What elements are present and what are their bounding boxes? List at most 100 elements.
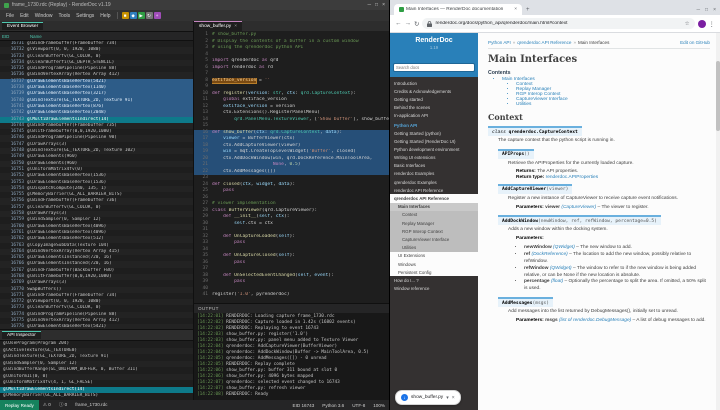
scrollbar-thumb[interactable] bbox=[716, 61, 720, 131]
window-title: frame_1730.rdc (Replay) - RenderDoc v1.1… bbox=[12, 2, 111, 8]
profile-avatar[interactable] bbox=[697, 19, 706, 28]
code-token: ctx.AddMessages([]) bbox=[212, 168, 276, 174]
sidebar-item[interactable]: Getting Started (RenderDoc UI) bbox=[390, 137, 478, 145]
menu-settings[interactable]: Settings bbox=[73, 13, 97, 19]
sidebar-item[interactable]: Windows bbox=[390, 259, 478, 269]
code-token: OnSelectedEventChanged bbox=[231, 272, 296, 278]
status-item[interactable]: frame_1730.rdc bbox=[71, 402, 111, 408]
code-editor[interactable]: 1 # show_buffer.py 2 # Display the contents… bbox=[194, 31, 389, 303]
sidebar-item[interactable]: RGP Interop Context bbox=[390, 227, 478, 236]
sidebar-item[interactable]: Utilities bbox=[390, 243, 478, 252]
column-eid[interactable]: EID bbox=[0, 34, 28, 39]
sidebar-item[interactable]: Window reference bbox=[390, 285, 478, 293]
sidebar-item[interactable]: Getting started bbox=[390, 95, 478, 103]
breadcrumb-link[interactable]: qrenderdoc API Reference bbox=[517, 40, 571, 45]
sidebar-item[interactable]: renderdoc Examples bbox=[390, 170, 478, 178]
sidebar-item[interactable]: Introduction bbox=[390, 79, 478, 87]
sidebar-item[interactable]: How do I... ? bbox=[390, 276, 478, 284]
menu-file[interactable]: File bbox=[3, 13, 17, 19]
api-inspector-tab[interactable]: API Inspector bbox=[2, 331, 41, 339]
download-caret-icon[interactable]: ▾ bbox=[446, 395, 449, 401]
sidebar-item[interactable]: Context bbox=[390, 210, 478, 219]
docs-search-input[interactable] bbox=[393, 63, 475, 72]
sidebar-item[interactable]: qrenderdoc Examples bbox=[390, 178, 478, 186]
minimize-icon[interactable]: ─ bbox=[697, 7, 701, 13]
status-badge[interactable]: Replay Ready bbox=[0, 400, 39, 410]
sidebar-item[interactable]: CaptureViewer Interface bbox=[390, 235, 478, 244]
status-item[interactable]: ⚠ 0 bbox=[39, 402, 55, 408]
sidebar-item[interactable]: Behind the scenes bbox=[390, 104, 478, 112]
capture-icon[interactable]: ◆ bbox=[129, 12, 137, 19]
new-tab-button[interactable]: + bbox=[526, 7, 530, 13]
output-log[interactable]: [14:22:01] RENDERDOC: Loading capture fr… bbox=[194, 313, 389, 400]
status-item[interactable]: ⓘ 0 bbox=[55, 402, 71, 408]
api-inspector-list: glUseProgram(Program 204) glActiveTexture… bbox=[0, 341, 193, 400]
sidebar-item[interactable]: qrenderdoc API Reference bbox=[390, 194, 478, 203]
address-bar[interactable]: renderdoc.org/docs/python_api/qrenderdoc… bbox=[422, 18, 695, 29]
param-type-link[interactable]: (float) bbox=[551, 279, 563, 284]
method-name[interactable]: AddCaptureViewer bbox=[502, 187, 546, 192]
edit-on-github-link[interactable]: Edit on GitHub bbox=[680, 40, 710, 45]
code-token: pass bbox=[223, 188, 235, 193]
method-name[interactable]: APIProps bbox=[502, 152, 524, 157]
docs-brand[interactable]: RenderDoc bbox=[392, 37, 476, 44]
back-icon[interactable]: ← bbox=[395, 20, 402, 27]
log-timestamp: [14:22:04] bbox=[197, 350, 224, 355]
sidebar-item[interactable]: Main Interfaces bbox=[390, 202, 478, 211]
browser-menu-icon[interactable]: ⋮ bbox=[709, 20, 716, 28]
maximize-icon[interactable]: □ bbox=[375, 0, 378, 10]
status-item[interactable]: 100% bbox=[369, 403, 389, 408]
menu-window[interactable]: Window bbox=[32, 13, 56, 19]
sidebar-item[interactable]: Python development environment bbox=[390, 145, 478, 153]
tab-close-icon[interactable]: × bbox=[514, 7, 517, 12]
param-type-link[interactable]: (QWidget) bbox=[553, 245, 575, 250]
menu-help[interactable]: Help bbox=[97, 13, 113, 19]
status-item[interactable]: UTF-8 bbox=[348, 403, 369, 408]
reload-icon[interactable]: ↻ bbox=[414, 20, 419, 28]
output-title[interactable]: OUTPUT bbox=[198, 306, 219, 311]
close-icon[interactable]: × bbox=[713, 7, 716, 13]
sidebar-item[interactable]: UI Extensions bbox=[390, 251, 478, 260]
toc-link[interactable]: Utilities bbox=[516, 102, 531, 107]
event-browser-tab[interactable]: Event Browser bbox=[2, 22, 44, 30]
sidebar-item[interactable]: Persistent Config bbox=[390, 268, 478, 277]
method-name[interactable]: AddDockWindow bbox=[502, 219, 538, 224]
param-type-link[interactable]: (QWidget) bbox=[550, 266, 572, 271]
refresh-icon[interactable]: ↻ bbox=[145, 12, 153, 19]
menu-edit[interactable]: Edit bbox=[17, 13, 32, 19]
forward-icon[interactable]: → bbox=[405, 20, 412, 27]
editor-tab[interactable]: show_buffer.py × bbox=[194, 21, 242, 31]
close-icon[interactable]: × bbox=[382, 0, 385, 10]
sidebar-item[interactable]: Getting Started (python) bbox=[390, 129, 478, 137]
status-item[interactable]: EID 16743 bbox=[289, 403, 319, 408]
sidebar-item[interactable]: renderdoc API Reference bbox=[390, 186, 478, 194]
tab-close-icon[interactable]: × bbox=[234, 24, 237, 29]
download-close-icon[interactable]: × bbox=[452, 395, 455, 401]
maximize-icon[interactable]: □ bbox=[705, 7, 708, 13]
breadcrumb-link[interactable]: Python API bbox=[488, 40, 511, 45]
sidebar-item[interactable]: Writing UI extensions bbox=[390, 154, 478, 162]
field-value[interactable]: renderdoc.APIProperties bbox=[546, 175, 599, 180]
open-capture-icon[interactable]: ■ bbox=[121, 12, 129, 19]
param-type-link[interactable]: (DockReference) bbox=[531, 252, 567, 257]
sidebar-item[interactable]: Replay Manager bbox=[390, 219, 478, 228]
download-chip[interactable]: ↓ show_buffer.py ▾ × bbox=[395, 390, 461, 405]
bookmark-icon[interactable]: + bbox=[153, 12, 161, 19]
method-name[interactable]: AddMessages bbox=[502, 301, 532, 306]
param-type-link[interactable]: (CaptureViewer) bbox=[561, 205, 596, 210]
editor-tabbar: show_buffer.py × bbox=[194, 21, 389, 31]
sidebar-item[interactable]: Credits & Acknowledgements bbox=[390, 87, 478, 95]
ide-statusbar: Replay Ready ⚠ 0 ⓘ 0 frame_1730.rdc EID 16… bbox=[0, 400, 389, 410]
browser-tab[interactable]: Main Interfaces — RenderDoc documentatio… bbox=[394, 4, 522, 15]
minimize-icon[interactable]: ─ bbox=[368, 0, 372, 10]
inspector-row[interactable]: glMemoryBarrier(GL_ALL_BARRIER_BITS) bbox=[0, 393, 193, 400]
param-type-link[interactable]: (list of renderdoc.DebugMessage) bbox=[559, 318, 631, 323]
sidebar-item[interactable]: In-application API bbox=[390, 112, 478, 120]
menu-tools[interactable]: Tools bbox=[55, 13, 73, 19]
bookmark-star-icon[interactable]: ☆ bbox=[685, 21, 690, 27]
column-name[interactable]: Name bbox=[28, 34, 44, 39]
status-item[interactable]: Python 3.6 bbox=[318, 403, 348, 408]
play-icon[interactable]: ▶ bbox=[137, 12, 145, 19]
docs-scrollbar[interactable] bbox=[716, 33, 720, 410]
sidebar-item[interactable]: Basic Interfaces bbox=[390, 162, 478, 170]
